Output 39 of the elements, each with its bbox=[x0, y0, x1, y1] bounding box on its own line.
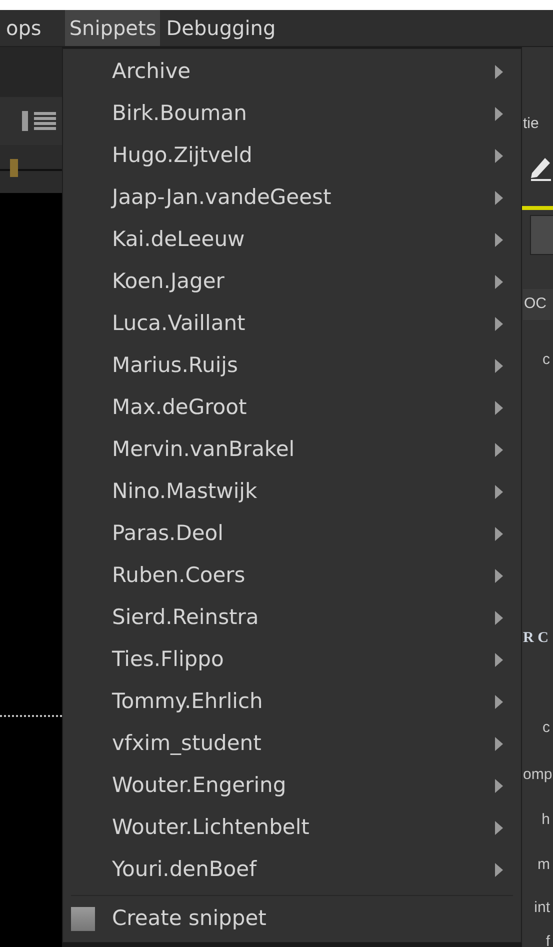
pencil-icon[interactable] bbox=[530, 155, 552, 181]
panel-label: tie bbox=[523, 114, 539, 134]
panel-label: int bbox=[533, 898, 551, 918]
menu-item[interactable]: Birk.Bouman bbox=[63, 93, 521, 135]
menu-item[interactable]: Tommy.Ehrlich bbox=[63, 681, 521, 723]
menu-item[interactable]: Marius.Ruijs bbox=[63, 345, 521, 387]
menu-item[interactable]: Wouter.Lichtenbelt bbox=[63, 807, 521, 849]
panel-label: m bbox=[536, 855, 551, 875]
menu-item[interactable]: Ties.Flippo bbox=[63, 639, 521, 681]
menu-item[interactable]: Wouter.Engering bbox=[63, 765, 521, 807]
menu-item[interactable]: Nino.Mastwijk bbox=[63, 471, 521, 513]
menu-item[interactable]: Sierd.Reinstra bbox=[63, 597, 521, 639]
menu-bar-item[interactable]: Debugging bbox=[162, 10, 280, 46]
tool-button[interactable] bbox=[530, 215, 553, 255]
menu-bar-item[interactable]: Snippets bbox=[65, 10, 160, 46]
panel-label: f bbox=[544, 932, 551, 947]
menu-item[interactable]: Mervin.vanBrakel bbox=[63, 429, 521, 471]
menu-item[interactable]: Hugo.Zijtveld bbox=[63, 135, 521, 177]
menu-item[interactable]: Jaap-Jan.vandeGeest bbox=[63, 177, 521, 219]
snippet-icon bbox=[71, 907, 95, 931]
panel-label: omp bbox=[523, 765, 553, 785]
menu-item[interactable]: Koen.Jager bbox=[63, 261, 521, 303]
menu-item[interactable]: vfxim_student bbox=[63, 723, 521, 765]
menu-item[interactable]: Ruben.Coers bbox=[63, 555, 521, 597]
menu-item[interactable]: Create snippet bbox=[63, 900, 521, 938]
panel-label: h bbox=[540, 810, 551, 830]
menu-item[interactable]: Youri.denBoef bbox=[63, 849, 521, 891]
section-heading: R C bbox=[523, 629, 548, 648]
menu-bar-item[interactable]: ops bbox=[2, 10, 46, 46]
list-icon[interactable] bbox=[34, 111, 56, 131]
menu-item[interactable]: Paras.Deol bbox=[63, 513, 521, 555]
panel-label: OC bbox=[523, 289, 553, 320]
menu-item[interactable]: Kai.deLeeuw bbox=[63, 219, 521, 261]
panel-label: c bbox=[542, 718, 551, 738]
menu-item[interactable]: Archive bbox=[63, 51, 521, 93]
menu-item[interactable]: Max.deGroot bbox=[63, 387, 521, 429]
menu-item[interactable]: Luca.Vaillant bbox=[63, 303, 521, 345]
panel-label: c bbox=[542, 350, 551, 370]
playhead-marker[interactable] bbox=[10, 159, 18, 177]
